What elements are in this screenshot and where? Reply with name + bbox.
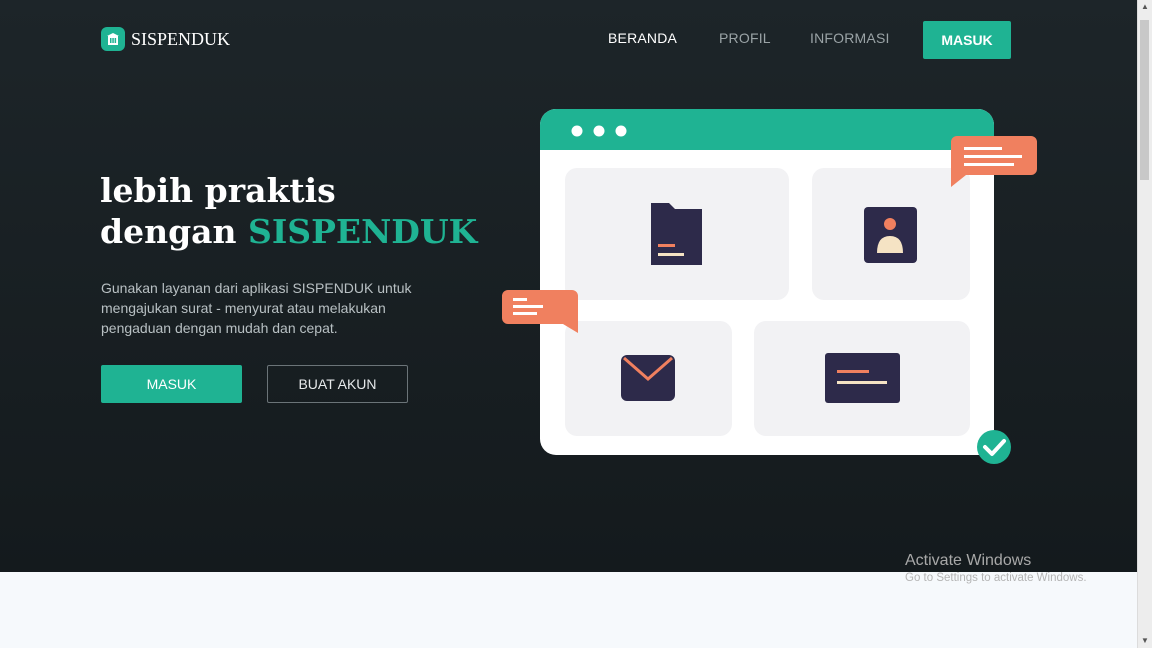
card-icon xyxy=(825,353,900,403)
brand-name: SISPENDUK xyxy=(131,28,231,49)
watermark-title: Activate Windows xyxy=(905,552,1032,569)
check-circle-icon xyxy=(977,430,1011,464)
hero-title-accent: SISPENDUK xyxy=(248,212,478,251)
create-account-button[interactable]: BUAT AKUN xyxy=(267,365,408,403)
hero-description: Gunakan layanan dari aplikasi SISPENDUK … xyxy=(101,280,412,336)
building-icon xyxy=(101,27,125,51)
watermark-subtitle: Go to Settings to activate Windows. xyxy=(905,572,1087,584)
hero-title-prefix: dengan xyxy=(100,212,237,251)
nav-login-button[interactable]: MASUK xyxy=(923,21,1011,59)
page-scrollbar[interactable]: ▲ ▼ xyxy=(1137,0,1152,648)
nav-link-profil[interactable]: PROFIL xyxy=(719,30,771,46)
scroll-down-icon[interactable]: ▼ xyxy=(1138,634,1152,648)
scroll-up-icon[interactable]: ▲ xyxy=(1138,0,1152,14)
hero-illustration xyxy=(502,109,1037,464)
scrollbar-thumb[interactable] xyxy=(1140,20,1149,180)
id-card-icon xyxy=(864,207,917,263)
hero-title-line1: lebih praktis xyxy=(100,171,336,210)
envelope-icon xyxy=(621,355,675,401)
nav-link-beranda[interactable]: BERANDA xyxy=(608,30,677,46)
hero-title: lebih praktis dengan SISPENDUK xyxy=(100,170,477,252)
hero-login-button[interactable]: MASUK xyxy=(101,365,242,403)
brand-logo[interactable]: SISPENDUK xyxy=(101,27,230,51)
folder-icon xyxy=(651,203,702,265)
windows-activation-watermark: Activate Windows Go to Settings to activ… xyxy=(905,552,1087,584)
nav-link-informasi[interactable]: INFORMASI xyxy=(810,30,890,46)
